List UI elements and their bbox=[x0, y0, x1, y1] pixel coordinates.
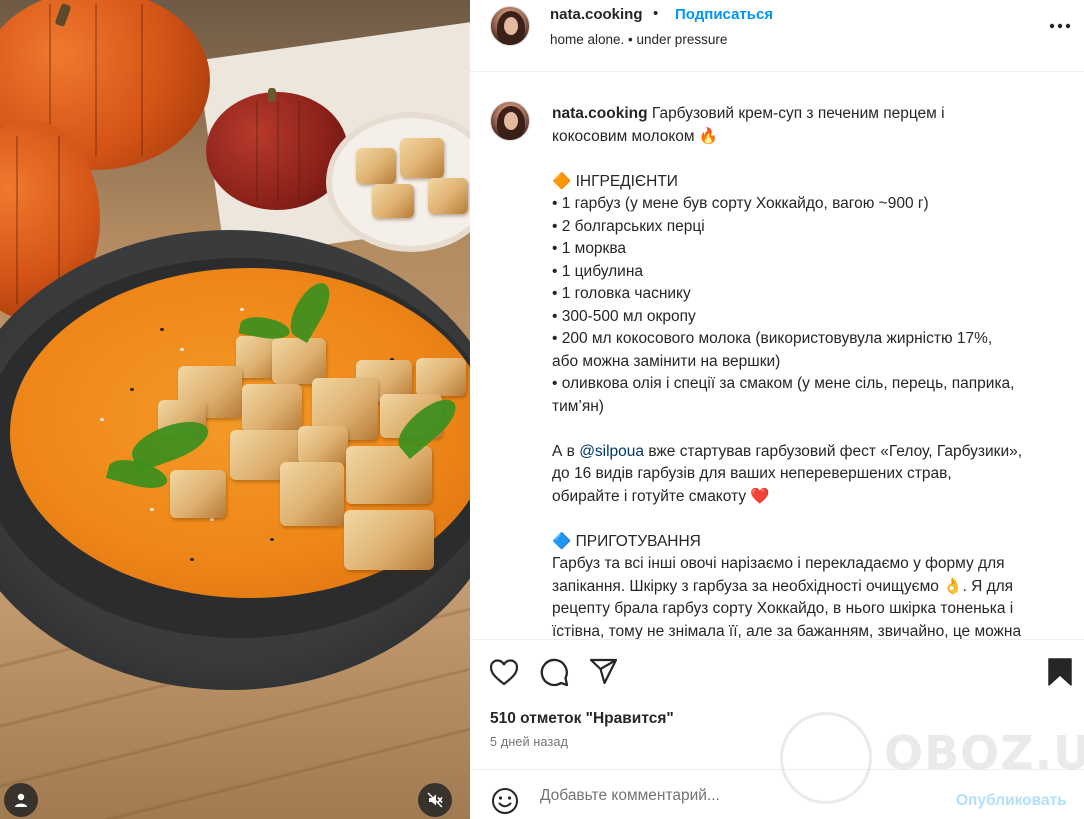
author-username[interactable]: nata.cooking bbox=[550, 6, 643, 23]
post-caption: nata.cooking Гарбузовий крем-суп з печен… bbox=[470, 73, 1084, 639]
speaker-muted-icon bbox=[427, 792, 443, 808]
more-options-button[interactable] bbox=[1048, 14, 1072, 38]
mute-audio-button[interactable] bbox=[418, 783, 452, 817]
ingredient-line: • 2 болгарських перці bbox=[552, 217, 705, 235]
ingredient-line: • 1 головка часнику bbox=[552, 285, 691, 302]
caption-text: nata.cooking Гарбузовий крем-суп з печен… bbox=[552, 103, 1072, 639]
share-button[interactable] bbox=[588, 656, 620, 688]
promo-text: вже стартував гарбузовий фест «Гелоу, Га… bbox=[644, 442, 1023, 460]
method-line: їстівна, тому не знімала її, але за бажа… bbox=[552, 622, 1022, 640]
method-line: рецепту брала гарбуз сорту Хоккайдо, в н… bbox=[552, 600, 1014, 617]
ingredient-line: або можна замінити на вершки) bbox=[552, 352, 781, 370]
like-button[interactable] bbox=[488, 656, 520, 688]
share-icon bbox=[589, 658, 618, 685]
post-header: nata.cooking • Подписаться home alone. •… bbox=[470, 0, 1084, 72]
post-timestamp[interactable]: 5 дней назад bbox=[490, 735, 568, 749]
comment-icon bbox=[540, 658, 569, 687]
audio-track-link[interactable]: home alone. • under pressure bbox=[550, 32, 727, 47]
mention-link[interactable]: @silpoua bbox=[579, 443, 644, 460]
comment-bar: Опубликовать bbox=[470, 769, 1084, 819]
ingredient-line: • 300-500 мл окропу bbox=[552, 307, 696, 325]
comment-input[interactable] bbox=[540, 783, 940, 809]
promo-text: обирайте і готуйте смакоту ❤️ bbox=[552, 487, 770, 505]
caption-title-line: кокосовим молоком 🔥 bbox=[552, 127, 719, 145]
comment-button[interactable] bbox=[538, 656, 570, 688]
instagram-post-modal: nata.cooking • Подписаться home alone. •… bbox=[0, 0, 1084, 819]
ingredient-line: • 200 мл кокосового молока (використовув… bbox=[552, 330, 993, 347]
post-side-panel: nata.cooking • Подписаться home alone. •… bbox=[470, 0, 1084, 819]
avatar[interactable] bbox=[490, 101, 530, 141]
post-actions: 510 отметок "Нравится" 5 дней назад bbox=[470, 639, 1084, 769]
tagged-users-button[interactable] bbox=[4, 783, 38, 817]
ingredient-line: тим’ян) bbox=[552, 397, 604, 415]
promo-text: до 16 видів гарбузів для ваших неперевер… bbox=[552, 465, 952, 482]
more-horizontal-icon bbox=[1049, 23, 1071, 29]
smiley-icon bbox=[492, 788, 518, 814]
publish-comment-button[interactable]: Опубликовать bbox=[956, 792, 1067, 810]
ingredient-line: • оливкова олія і спеції за смаком (у ме… bbox=[552, 375, 1015, 392]
separator-dot: • bbox=[653, 5, 659, 22]
heart-icon bbox=[489, 659, 519, 686]
save-button[interactable] bbox=[1044, 656, 1076, 688]
likes-count[interactable]: 510 отметок "Нравится" bbox=[490, 710, 674, 728]
emoji-picker-button[interactable] bbox=[490, 786, 520, 816]
method-heading: 🔷 ПРИГОТУВАННЯ bbox=[552, 532, 701, 550]
caption-title: Гарбузовий крем-суп з печеним перцем і bbox=[651, 105, 945, 122]
method-line: запікання. Шкірку з гарбуза за необхідно… bbox=[552, 577, 1014, 595]
avatar[interactable] bbox=[490, 6, 530, 46]
bookmark-icon bbox=[1048, 658, 1072, 686]
ingredient-line: • 1 гарбуз (у мене був сорту Хоккайдо, в… bbox=[552, 195, 929, 212]
ingredient-line: • 1 морква bbox=[552, 240, 627, 257]
user-icon bbox=[15, 793, 27, 807]
caption-username[interactable]: nata.cooking bbox=[552, 105, 648, 122]
post-photo[interactable] bbox=[0, 0, 470, 819]
promo-text: А в bbox=[552, 442, 580, 460]
ingredients-heading: 🔶 ІНГРЕДІЄНТИ bbox=[552, 172, 678, 190]
follow-button[interactable]: Подписаться bbox=[675, 6, 773, 23]
ingredient-line: • 1 цибулина bbox=[552, 262, 644, 280]
method-line: Гарбуз та всі інші овочі нарізаємо і пер… bbox=[552, 555, 1005, 572]
